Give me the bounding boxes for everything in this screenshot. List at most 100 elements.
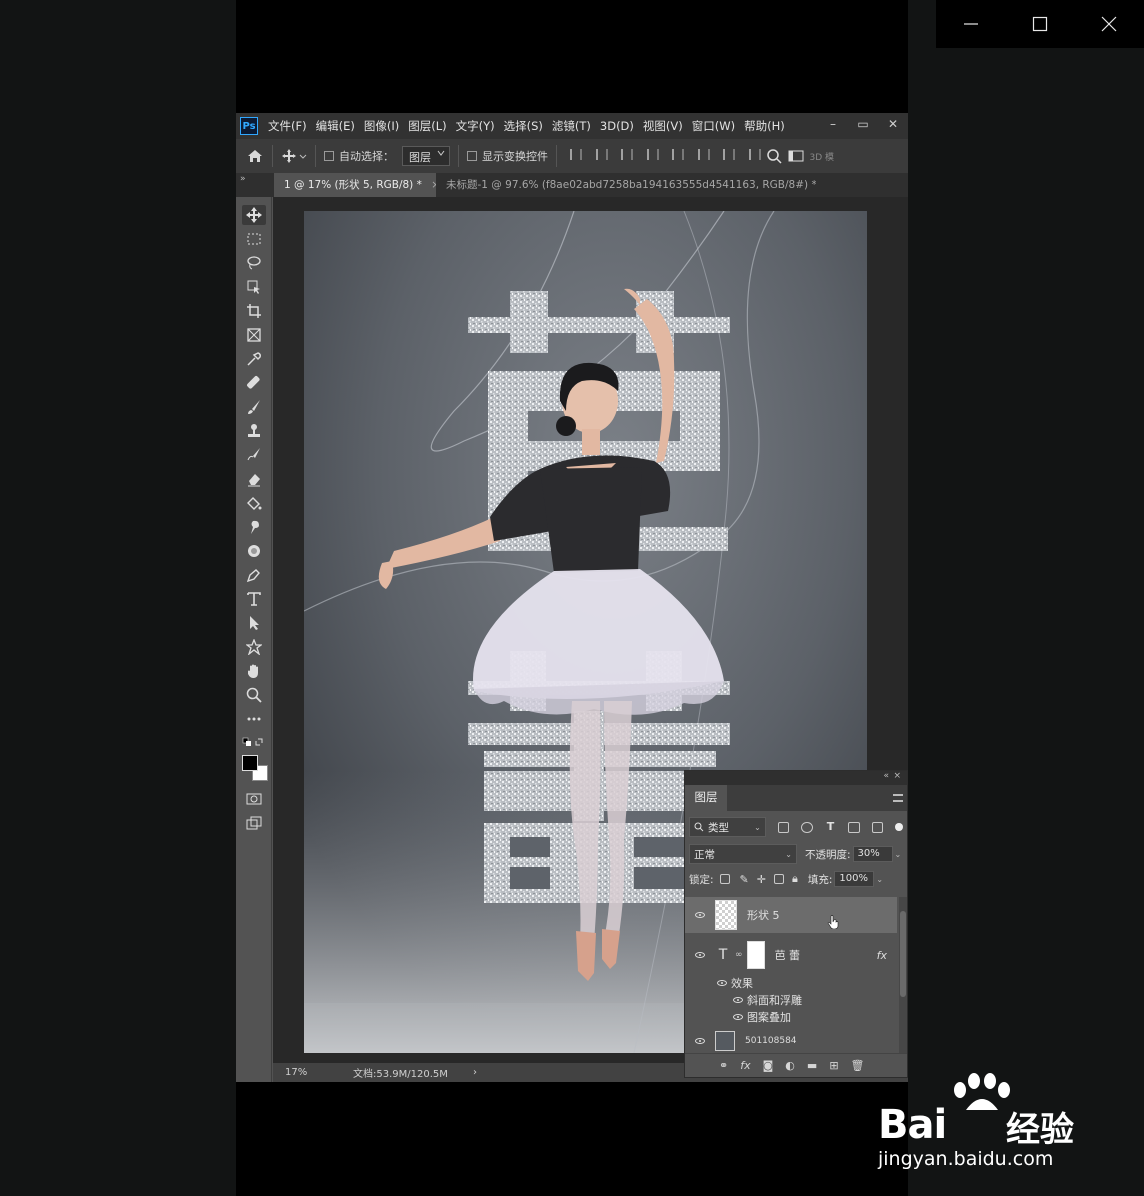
visibility-eye-icon[interactable] (685, 1038, 715, 1044)
smudge-tool-button[interactable] (242, 517, 266, 537)
filter-smart-object-icon[interactable] (871, 821, 884, 833)
filter-pixel-icon[interactable] (777, 821, 790, 833)
visibility-eye-icon[interactable] (685, 952, 715, 958)
healing-brush-tool-button[interactable] (242, 373, 266, 393)
maximize-button[interactable] (1005, 0, 1074, 48)
panel-menu-icon[interactable] (893, 794, 903, 802)
color-swatches[interactable] (242, 755, 268, 781)
quick-mask-button[interactable] (242, 789, 266, 809)
move-tool-button[interactable] (242, 205, 266, 225)
blend-mode-dropdown[interactable]: 正常 ⌄ (689, 844, 797, 864)
visibility-eye-icon[interactable] (685, 1014, 747, 1020)
align-bottom-icon[interactable] (723, 149, 735, 160)
zoom-level[interactable]: 17% (273, 1067, 333, 1078)
eyedropper-tool-button[interactable] (242, 349, 266, 369)
menu-3d[interactable]: 3D(D) (600, 119, 634, 133)
new-layer-icon[interactable]: ⊞ (829, 1059, 838, 1072)
object-select-tool-button[interactable] (242, 277, 266, 297)
new-group-icon[interactable]: ▬ (807, 1059, 817, 1072)
shape-tool-button[interactable] (242, 637, 266, 657)
align-right-icon[interactable] (621, 149, 633, 160)
lock-artboard-icon[interactable] (773, 874, 784, 884)
status-menu-arrow[interactable]: › (473, 1067, 477, 1078)
fill-dropdown-icon[interactable]: ⌄ (876, 875, 883, 884)
frame-tool-button[interactable] (242, 325, 266, 345)
layer-row-photo[interactable]: 501108584 (685, 1029, 897, 1053)
foreground-color-swatch[interactable] (242, 755, 258, 771)
brush-tool-button[interactable] (242, 397, 266, 417)
collapse-icon[interactable]: « (883, 771, 889, 781)
path-select-tool-button[interactable] (242, 613, 266, 633)
stamp-tool-button[interactable] (242, 421, 266, 441)
home-icon[interactable] (246, 148, 264, 164)
menu-edit[interactable]: 编辑(E) (316, 118, 355, 134)
auto-select-checkbox[interactable] (324, 151, 334, 161)
dodge-tool-button[interactable] (242, 541, 266, 561)
more-align-icon[interactable] (748, 149, 761, 160)
menu-select[interactable]: 选择(S) (504, 118, 543, 134)
menu-window[interactable]: 窗口(W) (692, 118, 735, 134)
filter-kind-dropdown[interactable]: 类型 ⌄ (689, 817, 766, 837)
filter-shape-icon[interactable] (848, 821, 860, 833)
visibility-eye-icon[interactable] (685, 912, 715, 918)
lock-all-icon[interactable]: 🔒︎ (792, 872, 798, 886)
workspace-icon[interactable] (788, 148, 804, 164)
tab-layers[interactable]: 图层 (685, 785, 727, 811)
lock-position-icon[interactable]: ✛ (757, 873, 766, 886)
visibility-eye-icon[interactable] (685, 997, 747, 1003)
paint-bucket-tool-button[interactable] (242, 493, 266, 513)
marquee-tool-button[interactable] (242, 229, 266, 249)
lock-transparent-icon[interactable] (719, 874, 730, 884)
default-colors-icon[interactable] (242, 737, 266, 749)
filter-adjustment-icon[interactable] (801, 821, 813, 833)
show-transform-checkbox[interactable] (467, 151, 477, 161)
filter-toggle-icon[interactable] (895, 823, 903, 831)
menu-type[interactable]: 文字(Y) (456, 118, 495, 134)
filter-type-icon[interactable]: T (825, 821, 836, 833)
visibility-eye-icon[interactable] (685, 980, 731, 986)
effects-group-row[interactable]: 效果 (685, 975, 897, 991)
move-tool-preset-icon[interactable] (281, 148, 307, 164)
add-style-icon[interactable]: fx (740, 1059, 750, 1072)
layer-row-text[interactable]: T ∞ 芭 蕾 fx (685, 937, 897, 973)
zoom-tool-button[interactable] (242, 685, 266, 705)
type-tool-button[interactable] (242, 589, 266, 609)
menu-file[interactable]: 文件(F) (268, 118, 307, 134)
adjustment-layer-icon[interactable]: ◐ (785, 1059, 795, 1072)
menu-view[interactable]: 视图(V) (643, 118, 683, 134)
more-tools-button[interactable] (242, 709, 266, 729)
crop-tool-button[interactable] (242, 301, 266, 321)
opacity-input[interactable]: 30% (852, 846, 893, 862)
add-mask-icon[interactable]: ◙ (763, 1059, 774, 1072)
panel-close-icon[interactable]: × (893, 771, 901, 781)
ps-restore-button[interactable]: ▭ (848, 113, 878, 139)
tab-document-untitled[interactable]: 未标题-1 @ 97.6% (f8ae02abd7258ba194163555d… (436, 173, 816, 197)
tab-document-1[interactable]: 1 @ 17% (形状 5, RGB/8) * × (274, 173, 436, 197)
align-left-icon[interactable] (570, 149, 582, 160)
screen-mode-button[interactable] (242, 813, 266, 833)
effect-row-pattern-overlay[interactable]: 图案叠加 (685, 1009, 897, 1025)
distribute-icon[interactable] (646, 149, 659, 160)
minimize-button[interactable] (936, 0, 1005, 48)
menu-help[interactable]: 帮助(H) (744, 118, 785, 134)
history-brush-tool-button[interactable] (242, 445, 266, 465)
menu-image[interactable]: 图像(I) (364, 118, 399, 134)
auto-select-dropdown[interactable]: 图层 (402, 146, 450, 166)
lasso-tool-button[interactable] (242, 253, 266, 273)
panel-collapse-icon[interactable]: » (240, 174, 246, 184)
menu-layer[interactable]: 图层(L) (408, 118, 446, 134)
menu-filter[interactable]: 滤镜(T) (552, 118, 591, 134)
align-top-icon[interactable] (672, 149, 684, 160)
search-icon[interactable] (766, 148, 782, 164)
align-center-icon[interactable] (595, 149, 608, 160)
effect-row-bevel[interactable]: 斜面和浮雕 (685, 992, 897, 1008)
pen-tool-button[interactable] (242, 565, 266, 585)
ps-minimize-button[interactable]: – (818, 113, 848, 139)
opacity-dropdown-icon[interactable]: ⌄ (895, 850, 902, 859)
fill-input[interactable]: 100% (834, 871, 875, 887)
layer-row-shape5[interactable]: 形状 5 (685, 897, 897, 933)
lock-paint-icon[interactable]: ✎ (740, 873, 749, 886)
fx-badge[interactable]: fx (877, 949, 887, 962)
close-button[interactable] (1074, 0, 1143, 48)
hand-tool-button[interactable] (242, 661, 266, 681)
